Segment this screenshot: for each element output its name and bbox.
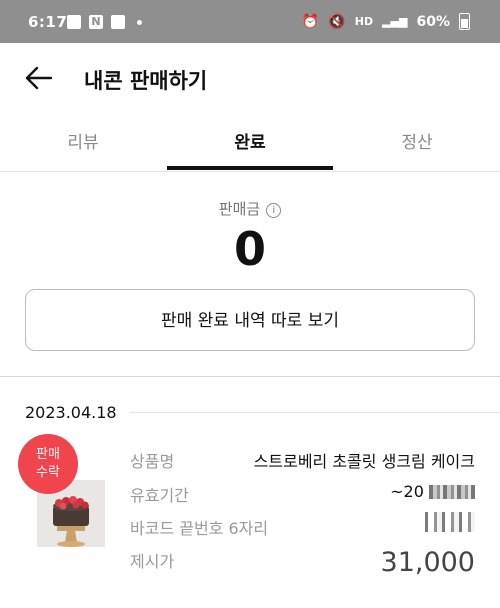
system-icons: ⏰ 🔇 HD ▂▄▆ 60% xyxy=(302,13,470,30)
redacted-mask xyxy=(429,485,475,499)
tab-review[interactable]: 리뷰 xyxy=(0,128,166,153)
signal-icon: ▂▄▆ xyxy=(382,15,408,28)
more-notifications-icon xyxy=(137,19,142,25)
store-icon xyxy=(111,15,125,29)
expiry-value: ~20 xyxy=(390,482,475,501)
alarm-icon: ⏰ xyxy=(301,13,320,30)
tab-bar: 리뷰 완료 정산 xyxy=(0,113,500,172)
tab-completed[interactable]: 완료 xyxy=(167,128,333,153)
expiry-label: 유효기간 xyxy=(130,486,189,505)
naver-icon: N xyxy=(89,15,103,29)
mute-icon: 🔇 xyxy=(328,13,346,30)
tab-settlement[interactable]: 정산 xyxy=(334,128,500,153)
app-header: 내콘 판매하기 xyxy=(0,43,500,113)
status-time: 6:17 xyxy=(28,13,68,31)
offer-price-label: 제시가 xyxy=(130,552,175,571)
sales-amount-label: 판매금 i xyxy=(0,198,500,219)
product-name-value: 스트로베리 초콜릿 생크림 케이크 xyxy=(253,452,475,471)
sale-accepted-badge: 판매 수락 xyxy=(18,434,78,494)
sales-amount-value: 0 xyxy=(233,222,266,276)
barcode-label: 바코드 끝번호 6자리 xyxy=(130,519,269,538)
gallery-icon xyxy=(67,15,81,29)
product-name-label: 상품명 xyxy=(130,452,175,471)
sale-date: 2023.04.18 xyxy=(25,403,117,422)
view-completed-history-button[interactable]: 판매 완료 내역 따로 보기 xyxy=(25,289,475,351)
date-divider xyxy=(130,412,500,413)
barcode-redacted-mask xyxy=(425,512,475,532)
notification-icons: N xyxy=(67,15,142,29)
battery-icon xyxy=(459,13,470,30)
info-icon[interactable]: i xyxy=(266,203,282,218)
offer-price-value: 31,000 xyxy=(380,547,475,578)
page-title: 내콘 판매하기 xyxy=(84,69,208,93)
battery-level: 60% xyxy=(416,13,450,30)
section-divider xyxy=(0,376,500,377)
status-bar: 6:17 N ⏰ 🔇 HD ▂▄▆ 60% xyxy=(0,0,500,43)
arrow-left-icon[interactable] xyxy=(24,63,54,93)
wifi-icon: HD xyxy=(354,15,374,28)
active-tab-indicator xyxy=(167,166,333,170)
